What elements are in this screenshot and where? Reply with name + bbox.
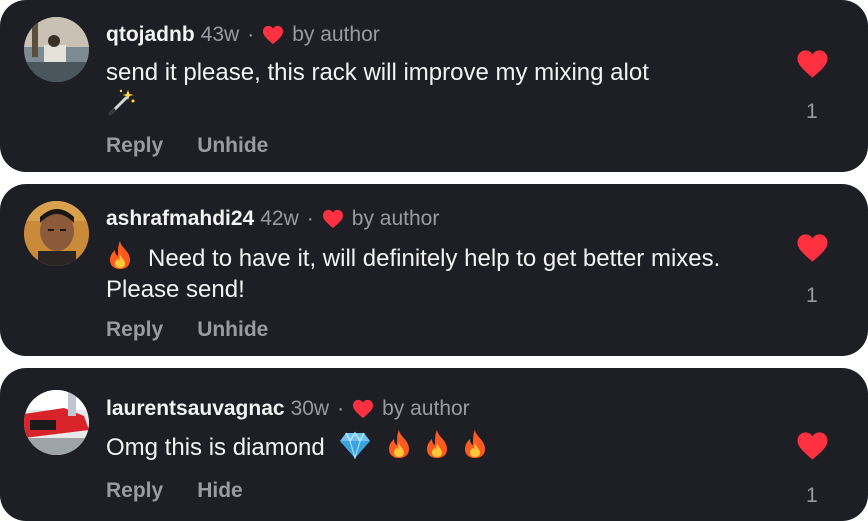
- comment-age: 43w: [200, 23, 240, 46]
- comment-card: qtojadnb 43w · by author send it please,…: [0, 0, 868, 172]
- heart-icon: [353, 399, 374, 419]
- hide-button[interactable]: Hide: [197, 479, 243, 503]
- reply-button[interactable]: Reply: [106, 318, 163, 342]
- unhide-button[interactable]: Unhide: [197, 318, 268, 342]
- like-count: 1: [806, 100, 818, 123]
- like-count: 1: [806, 284, 818, 307]
- reply-button[interactable]: Reply: [106, 134, 163, 158]
- avatar[interactable]: [24, 390, 89, 455]
- comment-card: ashrafmahdi24 42w · by author Need to ha…: [0, 184, 868, 356]
- fire-icon: [110, 241, 130, 269]
- fire-icon: [465, 430, 486, 458]
- separator-dot: ·: [247, 23, 255, 46]
- heart-icon: [322, 209, 343, 229]
- liked-by-author-label: by author: [351, 207, 440, 230]
- like-heart-icon[interactable]: [796, 233, 829, 263]
- comment-text: Need to have it, will definitely help to…: [106, 240, 766, 305]
- comment-age: 42w: [260, 207, 299, 230]
- avatar[interactable]: [24, 201, 89, 266]
- like-heart-icon[interactable]: [796, 49, 829, 79]
- fire-icon: [427, 430, 448, 458]
- unhide-button[interactable]: Unhide: [197, 134, 268, 158]
- comment-body: send it please, this rack will improve m…: [106, 59, 649, 86]
- liked-by-author-label: by author: [382, 397, 470, 420]
- liked-by-author-label: by author: [292, 23, 380, 46]
- like-heart-icon[interactable]: [796, 431, 829, 461]
- username[interactable]: qtojadnb: [106, 23, 195, 47]
- username[interactable]: laurentsauvagnac: [106, 397, 285, 421]
- separator-dot: ·: [306, 207, 314, 230]
- comment-text: Omg this is diamond: [106, 429, 766, 463]
- like-count: 1: [806, 484, 818, 507]
- fire-icon: [389, 430, 410, 458]
- username[interactable]: ashrafmahdi24: [106, 207, 254, 231]
- comment-age: 30w: [290, 397, 330, 420]
- comment-card: laurentsauvagnac 30w · by author Omg thi…: [0, 368, 868, 521]
- magic-wand-icon: [108, 89, 135, 116]
- avatar[interactable]: [24, 17, 89, 82]
- comment-text: send it please, this rack will improve m…: [106, 57, 766, 120]
- separator-dot: ·: [337, 397, 345, 420]
- comment-body: Need to have it, will definitely help to…: [106, 245, 721, 303]
- reply-button[interactable]: Reply: [106, 479, 163, 503]
- comment-body: Omg this is diamond: [106, 434, 325, 461]
- heart-icon: [263, 25, 284, 45]
- gem-icon: [340, 431, 371, 459]
